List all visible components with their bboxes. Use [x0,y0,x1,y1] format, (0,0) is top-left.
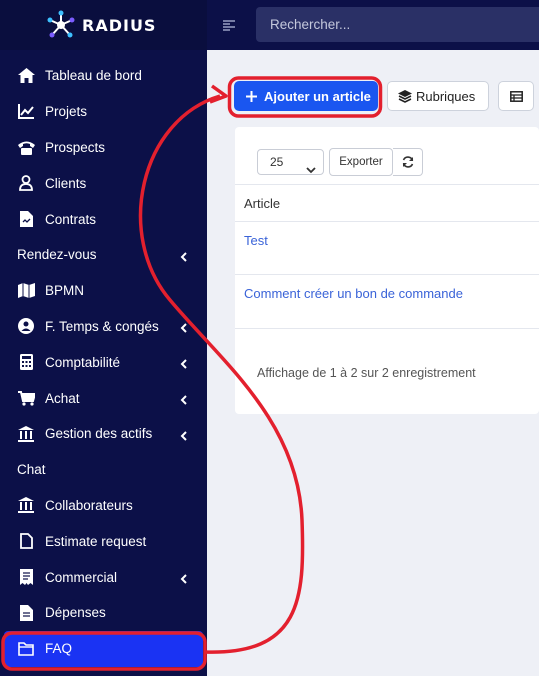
calculator-icon [17,353,35,371]
cart-icon [17,389,35,407]
user-icon [17,174,35,192]
sidebar-item-label: Clients [45,175,87,191]
menu-toggle-icon[interactable] [223,18,235,36]
sidebar-item-depenses[interactable]: Dépenses [0,595,207,631]
chevron-left-icon [179,250,189,262]
sidebar-item-label: Estimate request [45,533,147,549]
chevron-left-icon [179,321,189,334]
map-icon [17,282,35,300]
annotation-arrowhead [209,84,228,104]
user-circle-icon [17,317,35,335]
sidebar-item-label: Tableau de bord [45,68,142,84]
table-icon [509,90,523,102]
plus-icon [246,90,257,102]
article-link[interactable]: Comment créer un bon de commande [244,286,463,301]
sidebar-item-label: F. Temps & congés [45,318,159,334]
chevron-left-icon [179,572,189,584]
bank-icon [17,496,35,514]
radius-logo-icon [46,10,76,40]
home-icon [17,67,35,85]
chevron-left-icon [179,393,189,405]
sidebar-item-label: Rendez-vous [17,247,97,263]
sidebar-item-clients[interactable]: Clients [0,165,207,201]
table-row: Comment créer un bon de commande [235,275,539,329]
sidebar-item-temps-conges[interactable]: F. Temps & congés [0,309,207,345]
brand-name: RADIUS [82,15,157,35]
chevron-left-icon [179,429,189,441]
sidebar-item-commercial[interactable]: Commercial [0,559,207,595]
page-size-select[interactable]: 25 [257,149,324,175]
receipt-icon [17,568,35,586]
chevron-left-icon [179,357,189,369]
export-button[interactable]: Exporter [329,148,393,176]
chevron-down-icon [306,158,316,182]
refresh-button[interactable] [393,148,423,176]
layers-icon [398,89,412,103]
search-input[interactable]: Rechercher... [256,7,539,42]
folder-icon [17,640,35,658]
sidebar-item-label: Prospects [45,139,106,155]
file-icon [17,604,35,622]
chart-icon [17,103,35,121]
sidebar-item-bpmn[interactable]: BPMN [0,273,207,309]
sidebar-section-rendez-vous[interactable]: Rendez-vous [0,237,207,273]
table-view-button[interactable] [498,81,534,111]
add-article-label: Ajouter un article [264,88,371,104]
file-outline-icon [17,532,35,550]
page-size-value: 25 [270,155,284,169]
sidebar-item-label: Dépenses [45,605,106,621]
sidebar-item-contrats[interactable]: Contrats [0,201,207,237]
sidebar-section-chat[interactable]: Chat [0,452,207,488]
sidebar-item-label: FAQ [45,641,73,657]
file-icon [17,210,35,228]
table-row: Test [235,222,539,275]
sidebar-item-prospects[interactable]: Prospects [0,130,207,166]
sidebar-item-label: Comptabilité [45,354,121,370]
article-link[interactable]: Test [244,233,268,248]
sidebar-item-gestion-actifs[interactable]: Gestion des actifs [0,416,207,452]
sidebar-item-label: Contrats [45,211,97,227]
sidebar-item-label: Projets [45,104,88,120]
sidebar-item-label: Chat [17,462,46,478]
sidebar-item-collaborateurs[interactable]: Collaborateurs [0,488,207,524]
table-header-article[interactable]: Article [235,184,539,222]
sidebar-item-faq[interactable]: FAQ [4,630,203,667]
sidebar-item-label: Gestion des actifs [45,426,153,442]
sidebar-item-achat[interactable]: Achat [0,380,207,416]
sidebar-item-comptabilite[interactable]: Comptabilité [0,344,207,380]
refresh-icon [402,156,414,168]
sidebar-item-label: Collaborateurs [45,497,133,513]
sidebar-menu: Tableau de bord Projets Prospects Client… [0,58,207,667]
phone-icon [17,138,35,156]
bank-icon [17,425,35,443]
table-info: Affichage de 1 à 2 sur 2 enregistrement [257,366,476,380]
sidebar-item-label: Achat [45,390,80,406]
sidebar: RADIUS Tableau de bord Projets Prospects… [0,0,207,676]
sidebar-item-projets[interactable]: Projets [0,94,207,130]
brand[interactable]: RADIUS [0,0,207,50]
articles-card: 25 Exporter Article Test Comment créer u… [235,127,539,414]
rubriques-button[interactable]: Rubriques [387,81,489,111]
sidebar-item-label: BPMN [45,283,85,299]
sidebar-item-estimate-request[interactable]: Estimate request [0,523,207,559]
add-article-button[interactable]: Ajouter un article [234,81,378,111]
rubriques-label: Rubriques [416,88,476,104]
sidebar-item-tableau-de-bord[interactable]: Tableau de bord [0,58,207,94]
sidebar-item-label: Commercial [45,569,118,585]
topbar: Rechercher... [207,0,539,50]
